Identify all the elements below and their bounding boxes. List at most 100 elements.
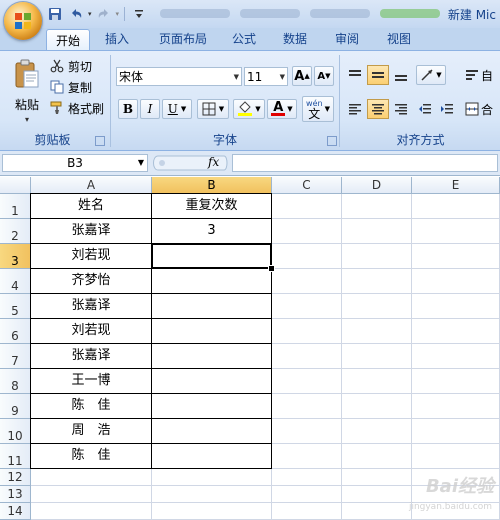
cell-a7[interactable]: 张嘉译 (31, 344, 152, 369)
row-header-5[interactable]: 5 (0, 294, 31, 319)
cell-b8[interactable] (152, 369, 272, 394)
italic-button[interactable]: I (140, 99, 160, 119)
select-all-button[interactable] (0, 177, 31, 194)
paste-dropdown-icon[interactable]: ▾ (25, 115, 29, 124)
clipboard-launcher-icon[interactable] (95, 136, 105, 146)
tab-page-layout[interactable]: 页面布局 (150, 28, 216, 50)
cell-b12[interactable] (152, 469, 272, 486)
row-header-2[interactable]: 2 (0, 219, 31, 244)
tab-review[interactable]: 审阅 (326, 28, 368, 50)
active-cell-border[interactable] (151, 243, 272, 269)
paste-button[interactable]: 粘贴 ▾ (4, 53, 44, 124)
row-header-6[interactable]: 6 (0, 319, 31, 344)
undo-dropdown-icon[interactable]: ▾ (88, 10, 92, 18)
row-header-13[interactable]: 13 (0, 486, 31, 503)
row-header-4[interactable]: 4 (0, 269, 31, 294)
grow-font-button[interactable]: A ▲ (292, 66, 312, 86)
cell-c3[interactable] (272, 244, 342, 269)
cell-d10[interactable] (342, 419, 412, 444)
shrink-font-button[interactable]: A ▼ (314, 66, 334, 86)
column-header-b[interactable]: B (152, 177, 272, 194)
wrap-text-button[interactable]: 自 (464, 65, 500, 85)
column-header-d[interactable]: D (342, 177, 412, 194)
cell-d3[interactable] (342, 244, 412, 269)
cell-a14[interactable] (31, 503, 152, 520)
fill-handle[interactable] (268, 265, 275, 272)
cell-a2[interactable]: 张嘉译 (31, 219, 152, 244)
cell-d12[interactable] (342, 469, 412, 486)
cell-a11[interactable]: 陈 佳 (31, 444, 152, 469)
align-center-button[interactable] (367, 99, 389, 119)
cell-a10[interactable]: 周 浩 (31, 419, 152, 444)
align-top-button[interactable] (345, 65, 365, 85)
cell-c14[interactable] (272, 503, 342, 520)
cell-e6[interactable] (412, 319, 500, 344)
cut-button[interactable]: 剪切 (50, 58, 92, 74)
merge-center-button[interactable]: 合 (464, 99, 500, 119)
cell-c7[interactable] (272, 344, 342, 369)
cell-d7[interactable] (342, 344, 412, 369)
cell-d8[interactable] (342, 369, 412, 394)
redo-dropdown-icon[interactable]: ▾ (116, 10, 120, 18)
cell-c12[interactable] (272, 469, 342, 486)
row-header-10[interactable]: 10 (0, 419, 31, 444)
cell-b7[interactable] (152, 344, 272, 369)
row-header-14[interactable]: 14 (0, 503, 31, 520)
cell-e5[interactable] (412, 294, 500, 319)
cell-a1[interactable]: 姓名 (31, 194, 152, 219)
font-launcher-icon[interactable] (327, 136, 337, 146)
cell-c6[interactable] (272, 319, 342, 344)
cell-a4[interactable]: 齐梦怡 (31, 269, 152, 294)
cell-d6[interactable] (342, 319, 412, 344)
cell-d2[interactable] (342, 219, 412, 244)
cell-b6[interactable] (152, 319, 272, 344)
cell-b1[interactable]: 重复次数 (152, 194, 272, 219)
cell-b13[interactable] (152, 486, 272, 503)
cell-b11[interactable] (152, 444, 272, 469)
cell-c2[interactable] (272, 219, 342, 244)
column-header-a[interactable]: A (31, 177, 152, 194)
cell-e9[interactable] (412, 394, 500, 419)
row-header-11[interactable]: 11 (0, 444, 31, 469)
cell-c10[interactable] (272, 419, 342, 444)
save-icon[interactable] (46, 5, 64, 23)
cell-d13[interactable] (342, 486, 412, 503)
cell-b10[interactable] (152, 419, 272, 444)
tab-home[interactable]: 开始 (46, 29, 90, 52)
row-header-8[interactable]: 8 (0, 369, 31, 394)
borders-button[interactable]: ▼ (197, 99, 229, 119)
cell-a13[interactable] (31, 486, 152, 503)
cell-e10[interactable] (412, 419, 500, 444)
row-header-12[interactable]: 12 (0, 469, 31, 486)
row-header-1[interactable]: 1 (0, 194, 31, 219)
cell-a12[interactable] (31, 469, 152, 486)
cell-b2[interactable]: 3 (152, 219, 272, 244)
cell-e8[interactable] (412, 369, 500, 394)
undo-icon[interactable] (67, 5, 85, 23)
cell-b5[interactable] (152, 294, 272, 319)
cell-e11[interactable] (412, 444, 500, 469)
cell-d9[interactable] (342, 394, 412, 419)
underline-button[interactable]: U ▼ (162, 99, 192, 119)
name-box[interactable]: B3 ▼ (2, 154, 148, 172)
redo-icon[interactable] (95, 5, 113, 23)
font-color-button[interactable]: A ▼ (267, 99, 297, 119)
format-painter-button[interactable]: 格式刷 (50, 100, 104, 116)
orientation-button[interactable]: ▼ (416, 65, 446, 85)
align-middle-button[interactable] (367, 65, 389, 85)
align-left-button[interactable] (345, 99, 365, 119)
cell-a3[interactable]: 刘若现 (31, 244, 152, 269)
cell-c9[interactable] (272, 394, 342, 419)
cell-c4[interactable] (272, 269, 342, 294)
cell-a8[interactable]: 王一博 (31, 369, 152, 394)
cell-a5[interactable]: 张嘉译 (31, 294, 152, 319)
cell-e2[interactable] (412, 219, 500, 244)
cell-c1[interactable] (272, 194, 342, 219)
align-bottom-button[interactable] (391, 65, 411, 85)
cell-d11[interactable] (342, 444, 412, 469)
cell-a6[interactable]: 刘若现 (31, 319, 152, 344)
cell-a9[interactable]: 陈 佳 (31, 394, 152, 419)
cell-d1[interactable] (342, 194, 412, 219)
cell-d5[interactable] (342, 294, 412, 319)
decrease-indent-button[interactable] (415, 99, 435, 119)
